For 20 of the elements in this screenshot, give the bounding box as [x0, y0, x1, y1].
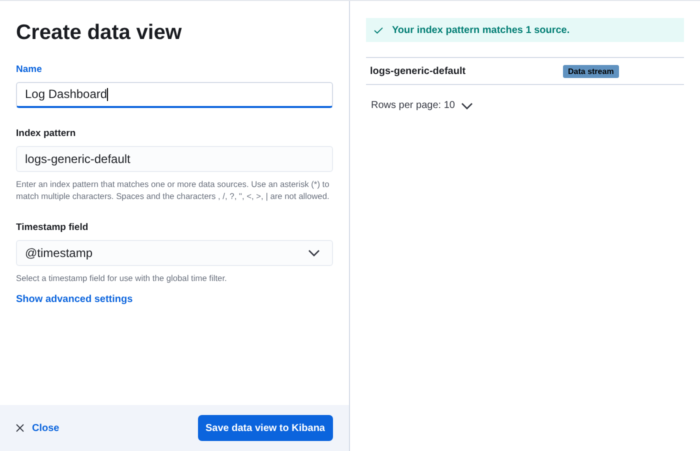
rows-per-page-button[interactable]: Rows per page: 10 [371, 98, 473, 113]
check-icon [374, 26, 383, 34]
data-stream-badge: Data stream [563, 64, 619, 78]
chevron-down-icon [460, 102, 473, 110]
close-icon [16, 424, 24, 432]
help-text: Enter an index pattern that matches one or more data sources. Use an asterisk (*) to match multiple characters. Spaces and the characters , /, ?, ", <, >, | are not allowed. [16, 178, 330, 202]
show-advanced-settings-link[interactable]: Show advanced settings [16, 292, 133, 308]
page-title: Create data view [16, 20, 183, 46]
help-text: Select a timestamp field for use with the global time filter. [16, 272, 228, 284]
field-label: Name [16, 62, 43, 76]
input-field[interactable]: Log Dashboard [16, 82, 333, 108]
chevron-down-icon [308, 249, 320, 258]
save-button[interactable]: Save data view to Kibana [198, 415, 333, 441]
field-label: Timestamp field [16, 221, 90, 235]
table-cell-text: logs-generic-default [369, 64, 467, 78]
select-field[interactable]: @timestamp [16, 240, 333, 266]
input-field[interactable]: logs-generic-default [16, 146, 333, 172]
close-button[interactable]: Close [16, 420, 60, 436]
field-label: Index pattern [16, 126, 77, 141]
callout-text: Your index pattern matches 1 source. [392, 24, 570, 38]
